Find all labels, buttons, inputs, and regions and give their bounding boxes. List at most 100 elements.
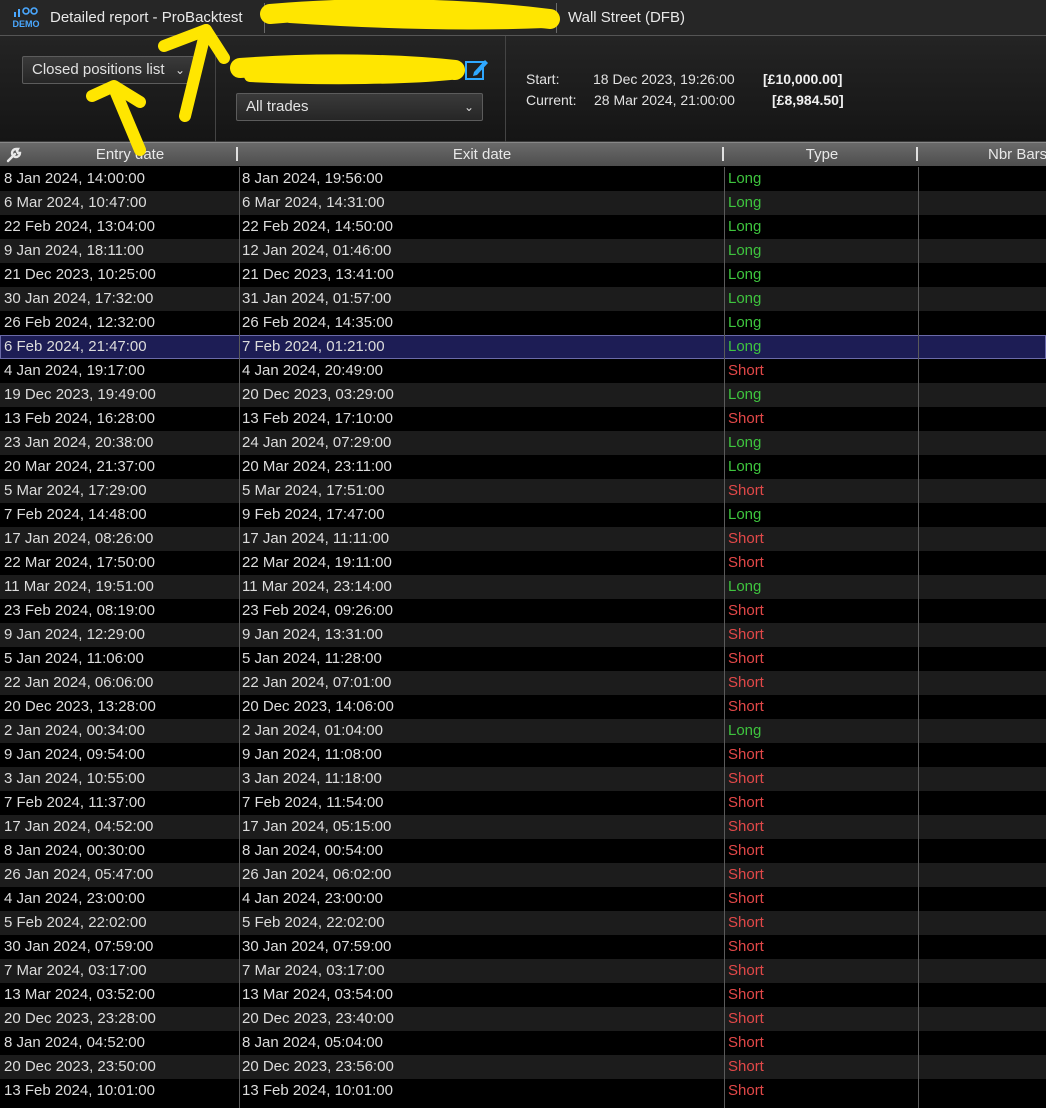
table-row[interactable]: 13 Mar 2024, 03:52:00 13 Mar 2024, 03:54:…: [0, 983, 1046, 1007]
column-header-type[interactable]: Type: [726, 143, 918, 166]
positions-table: 8 Jan 2024, 14:00:00 8 Jan 2024, 19:56:00…: [0, 167, 1046, 1108]
table-row[interactable]: 9 Jan 2024, 18:11:00 12 Jan 2024, 01:46:0…: [0, 239, 1046, 263]
type-cell: Short: [728, 1010, 764, 1027]
report-title: Detailed report - ProBacktest: [50, 9, 243, 26]
table-row[interactable]: 13 Feb 2024, 16:28:00 13 Feb 2024, 17:10:…: [0, 407, 1046, 431]
table-row[interactable]: 30 Jan 2024, 17:32:00 31 Jan 2024, 01:57:…: [0, 287, 1046, 311]
entry-date-cell: 17 Jan 2024, 04:52:00: [4, 818, 154, 835]
table-row[interactable]: 22 Mar 2024, 17:50:00 22 Mar 2024, 19:11:…: [0, 551, 1046, 575]
table-row[interactable]: 13 Feb 2024, 10:01:00 13 Feb 2024, 10:01:…: [0, 1079, 1046, 1103]
nbr-bars-cell: [922, 719, 1042, 743]
type-cell: Short: [728, 602, 764, 619]
table-row[interactable]: 8 Jan 2024, 00:30:00 8 Jan 2024, 00:54:00…: [0, 839, 1046, 863]
column-resize-handle[interactable]: [236, 147, 238, 161]
table-row[interactable]: 21 Dec 2023, 10:25:00 21 Dec 2023, 13:41:…: [0, 263, 1046, 287]
table-row[interactable]: 7 Mar 2024, 03:17:00 7 Mar 2024, 03:17:00…: [0, 959, 1046, 983]
type-cell: Short: [728, 1082, 764, 1099]
table-row[interactable]: 20 Dec 2023, 23:50:00 20 Dec 2023, 23:56:…: [0, 1055, 1046, 1079]
nbr-bars-cell: [922, 1031, 1042, 1055]
column-header-nbr-bars[interactable]: Nbr Bars: [988, 143, 1046, 166]
exit-date-cell: 13 Mar 2024, 03:54:00: [242, 986, 393, 1003]
table-row[interactable]: 26 Feb 2024, 12:32:00 26 Feb 2024, 14:35:…: [0, 311, 1046, 335]
entry-date-cell: 13 Mar 2024, 03:52:00: [4, 986, 155, 1003]
strategy-name: [276, 0, 546, 35]
table-row[interactable]: 7 Feb 2024, 14:48:00 9 Feb 2024, 17:47:00…: [0, 503, 1046, 527]
entry-date-cell: 7 Feb 2024, 14:48:00: [4, 506, 147, 523]
column-resize-handle[interactable]: [722, 147, 724, 161]
exit-date-cell: 30 Jan 2024, 07:59:00: [242, 938, 392, 955]
type-cell: Short: [728, 962, 764, 979]
table-row[interactable]: 23 Feb 2024, 08:19:00 23 Feb 2024, 09:26:…: [0, 599, 1046, 623]
table-row[interactable]: 3 Jan 2024, 10:55:00 3 Jan 2024, 11:18:00…: [0, 767, 1046, 791]
table-row[interactable]: 19 Dec 2023, 19:49:00 20 Dec 2023, 03:29:…: [0, 383, 1046, 407]
entry-date-cell: 4 Jan 2024, 19:17:00: [4, 362, 145, 379]
nbr-bars-cell: [922, 983, 1042, 1007]
exit-date-cell: 17 Jan 2024, 11:11:00: [242, 530, 390, 547]
type-cell: Long: [728, 218, 762, 235]
table-row[interactable]: 9 Jan 2024, 09:54:00 9 Jan 2024, 11:08:00…: [0, 743, 1046, 767]
table-row[interactable]: 17 Jan 2024, 04:52:00 17 Jan 2024, 05:15:…: [0, 815, 1046, 839]
table-row[interactable]: 30 Jan 2024, 07:59:00 30 Jan 2024, 07:59:…: [0, 935, 1046, 959]
edit-icon[interactable]: [464, 56, 490, 82]
exit-date-cell: 20 Dec 2023, 03:29:00: [242, 386, 394, 403]
table-row[interactable]: 23 Jan 2024, 20:38:00 24 Jan 2024, 07:29:…: [0, 431, 1046, 455]
exit-date-cell: 9 Feb 2024, 17:47:00: [242, 506, 385, 523]
nbr-bars-cell: [922, 671, 1042, 695]
table-row[interactable]: 5 Mar 2024, 17:29:00 5 Mar 2024, 17:51:00…: [0, 479, 1046, 503]
entry-date-cell: 8 Jan 2024, 04:52:00: [4, 1034, 145, 1051]
table-row[interactable]: 17 Jan 2024, 08:26:00 17 Jan 2024, 11:11:…: [0, 527, 1046, 551]
start-label: Start:: [526, 71, 560, 87]
table-row[interactable]: 5 Jan 2024, 11:06:00 5 Jan 2024, 11:28:00…: [0, 647, 1046, 671]
nbr-bars-cell: [922, 527, 1042, 551]
entry-date-cell: 30 Jan 2024, 07:59:00: [4, 938, 154, 955]
exit-date-cell: 8 Jan 2024, 00:54:00: [242, 842, 383, 859]
column-header-entry-date[interactable]: Entry date: [24, 143, 236, 166]
table-row[interactable]: 20 Mar 2024, 21:37:00 20 Mar 2024, 23:11:…: [0, 455, 1046, 479]
exit-date-cell: 11 Mar 2024, 23:14:00: [242, 578, 392, 595]
report-controls: Closed positions list ⌄ All trades ⌄ Sta…: [0, 36, 1046, 142]
type-cell: Long: [728, 170, 762, 187]
table-row[interactable]: 8 Jan 2024, 14:00:00 8 Jan 2024, 19:56:00…: [0, 167, 1046, 191]
table-row[interactable]: 22 Jan 2024, 06:06:00 22 Jan 2024, 07:01:…: [0, 671, 1046, 695]
exit-date-cell: 22 Jan 2024, 07:01:00: [242, 674, 392, 691]
entry-date-cell: 13 Feb 2024, 10:01:00: [4, 1082, 155, 1099]
table-row[interactable]: 26 Jan 2024, 05:47:00 26 Jan 2024, 06:02:…: [0, 863, 1046, 887]
table-row[interactable]: 11 Mar 2024, 19:51:00 11 Mar 2024, 23:14:…: [0, 575, 1046, 599]
table-row[interactable]: 4 Jan 2024, 23:00:00 4 Jan 2024, 23:00:00…: [0, 887, 1046, 911]
type-cell: Short: [728, 650, 764, 667]
exit-date-cell: 26 Jan 2024, 06:02:00: [242, 866, 392, 883]
chevron-down-icon: ⌄: [174, 63, 185, 77]
entry-date-cell: 9 Jan 2024, 09:54:00: [4, 746, 145, 763]
table-row[interactable]: 5 Feb 2024, 22:02:00 5 Feb 2024, 22:02:00…: [0, 911, 1046, 935]
trade-filter-select[interactable]: All trades ⌄: [236, 93, 483, 121]
start-date: 18 Dec 2023, 19:26:00: [593, 71, 735, 87]
entry-date-cell: 5 Mar 2024, 17:29:00: [4, 482, 147, 499]
table-row[interactable]: 20 Dec 2023, 13:28:00 20 Dec 2023, 14:06:…: [0, 695, 1046, 719]
nbr-bars-cell: [922, 359, 1042, 383]
nbr-bars-cell: [922, 311, 1042, 335]
view-select[interactable]: Closed positions list ⌄: [22, 56, 194, 84]
table-row[interactable]: 2 Jan 2024, 00:34:00 2 Jan 2024, 01:04:00…: [0, 719, 1046, 743]
table-row[interactable]: 22 Feb 2024, 13:04:00 22 Feb 2024, 14:50:…: [0, 215, 1046, 239]
type-cell: Short: [728, 890, 764, 907]
entry-date-cell: 7 Feb 2024, 11:37:00: [4, 794, 146, 811]
table-row[interactable]: 4 Jan 2024, 19:17:00 4 Jan 2024, 20:49:00…: [0, 359, 1046, 383]
table-row[interactable]: 9 Jan 2024, 12:29:00 9 Jan 2024, 13:31:00…: [0, 623, 1046, 647]
wrench-icon[interactable]: [5, 146, 23, 164]
column-resize-handle[interactable]: [916, 147, 918, 161]
table-row[interactable]: 6 Mar 2024, 10:47:00 6 Mar 2024, 14:31:00…: [0, 191, 1046, 215]
table-row[interactable]: 7 Feb 2024, 11:37:00 7 Feb 2024, 11:54:00…: [0, 791, 1046, 815]
column-header-exit-date[interactable]: Exit date: [240, 143, 724, 166]
exit-date-cell: 4 Jan 2024, 20:49:00: [242, 362, 383, 379]
exit-date-cell: 20 Dec 2023, 14:06:00: [242, 698, 394, 715]
view-select-value: Closed positions list: [32, 61, 165, 78]
type-cell: Short: [728, 842, 764, 859]
nbr-bars-cell: [922, 1007, 1042, 1031]
nbr-bars-cell: [922, 767, 1042, 791]
nbr-bars-cell: [922, 743, 1042, 767]
nbr-bars-cell: [922, 791, 1042, 815]
table-row[interactable]: 6 Feb 2024, 21:47:00 7 Feb 2024, 01:21:00…: [0, 335, 1046, 359]
table-row[interactable]: 20 Dec 2023, 23:28:00 20 Dec 2023, 23:40:…: [0, 1007, 1046, 1031]
table-row[interactable]: 8 Jan 2024, 04:52:00 8 Jan 2024, 05:04:00…: [0, 1031, 1046, 1055]
type-cell: Short: [728, 818, 764, 835]
